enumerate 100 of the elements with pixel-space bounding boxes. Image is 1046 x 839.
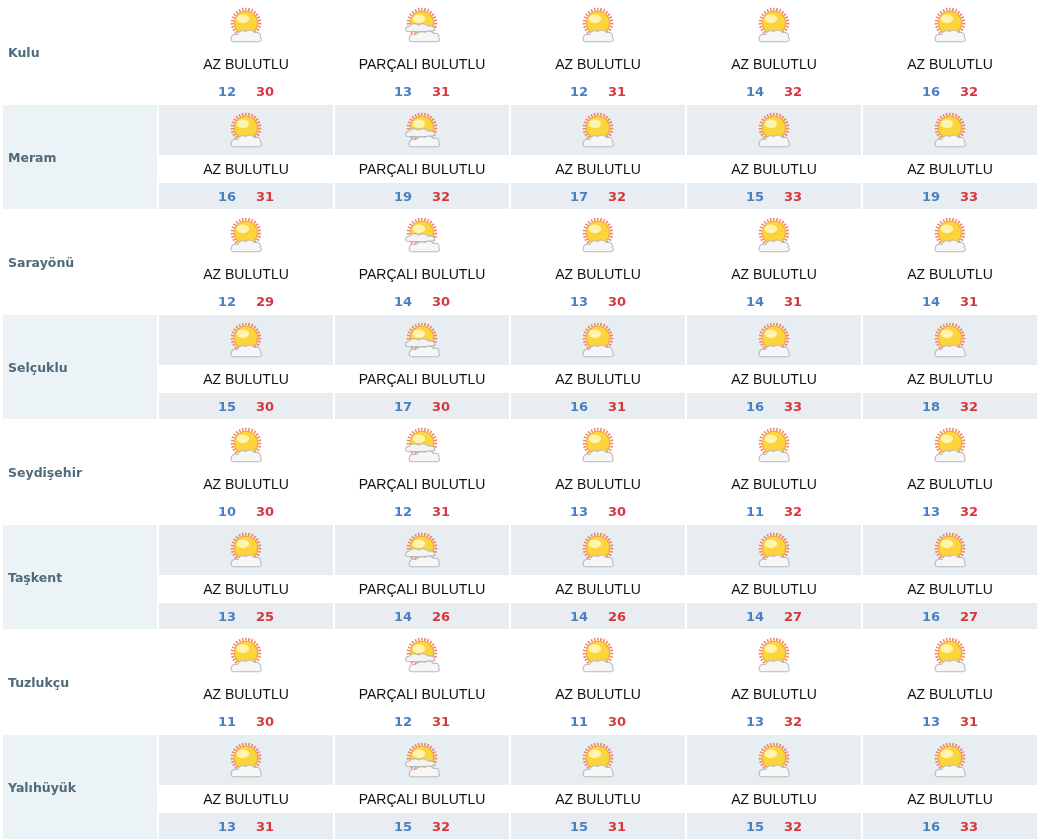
weather-condition: PARÇALI BULUTLU [358, 686, 486, 702]
sun-behind-clouds-icon [402, 216, 442, 254]
low-temperature: 16 [921, 83, 940, 99]
weather-condition: AZ BULUTLU [203, 791, 289, 807]
high-temperature: 27 [960, 608, 979, 624]
weather-condition: AZ BULUTLU [203, 476, 289, 492]
low-temperature: 16 [217, 188, 236, 204]
weather-condition: AZ BULUTLU [907, 266, 993, 282]
district-name: Kulu [7, 43, 41, 62]
high-temperature: 33 [784, 398, 803, 414]
low-temperature: 10 [217, 503, 236, 519]
high-temperature: 30 [256, 398, 275, 414]
low-temperature: 18 [921, 398, 940, 414]
weather-condition: AZ BULUTLU [907, 56, 993, 72]
low-temperature: 15 [569, 818, 588, 834]
weather-condition: AZ BULUTLU [555, 371, 641, 387]
high-temperature: 31 [432, 503, 451, 519]
high-temperature: 31 [432, 713, 451, 729]
high-temperature: 31 [960, 713, 979, 729]
high-temperature: 26 [432, 608, 451, 624]
high-temperature: 29 [256, 293, 275, 309]
weather-condition: AZ BULUTLU [907, 791, 993, 807]
weather-condition: PARÇALI BULUTLU [358, 476, 486, 492]
weather-condition: PARÇALI BULUTLU [358, 371, 486, 387]
weather-condition: AZ BULUTLU [555, 791, 641, 807]
low-temperature: 14 [569, 608, 588, 624]
low-temperature: 13 [217, 818, 236, 834]
low-temperature: 11 [745, 503, 764, 519]
district-name: Meram [3, 105, 157, 209]
high-temperature: 32 [784, 83, 803, 99]
sun-behind-clouds-icon [402, 741, 442, 779]
high-temperature: 31 [784, 293, 803, 309]
high-temperature: 32 [784, 818, 803, 834]
district-name: Selçuklu [3, 315, 157, 419]
low-temperature: 15 [745, 818, 764, 834]
high-temperature: 33 [960, 818, 979, 834]
low-temperature: 12 [393, 713, 412, 729]
high-temperature: 31 [608, 398, 627, 414]
sun-behind-clouds-icon [402, 321, 442, 359]
high-temperature: 31 [432, 83, 451, 99]
weather-condition: PARÇALI BULUTLU [358, 791, 486, 807]
low-temperature: 19 [921, 188, 940, 204]
high-temperature: 27 [784, 608, 803, 624]
sun-behind-clouds-icon [402, 6, 442, 44]
high-temperature: 31 [608, 818, 627, 834]
low-temperature: 12 [217, 293, 236, 309]
sun-behind-clouds-icon [402, 636, 442, 674]
high-temperature: 32 [784, 503, 803, 519]
high-temperature: 32 [608, 188, 627, 204]
high-temperature: 30 [608, 713, 627, 729]
weather-condition: PARÇALI BULUTLU [358, 581, 486, 597]
weather-condition: AZ BULUTLU [203, 371, 289, 387]
high-temperature: 30 [608, 503, 627, 519]
low-temperature: 14 [745, 83, 764, 99]
low-temperature: 13 [217, 608, 236, 624]
weather-condition: PARÇALI BULUTLU [358, 266, 486, 282]
high-temperature: 31 [256, 188, 275, 204]
low-temperature: 15 [217, 398, 236, 414]
weather-condition: AZ BULUTLU [907, 161, 993, 177]
low-temperature: 17 [569, 188, 588, 204]
high-temperature: 32 [960, 398, 979, 414]
weather-condition: AZ BULUTLU [907, 581, 993, 597]
high-temperature: 31 [960, 293, 979, 309]
low-temperature: 14 [745, 608, 764, 624]
high-temperature: 30 [432, 293, 451, 309]
high-temperature: 26 [608, 608, 627, 624]
high-temperature: 30 [432, 398, 451, 414]
low-temperature: 13 [569, 293, 588, 309]
weather-condition: AZ BULUTLU [203, 686, 289, 702]
low-temperature: 16 [921, 818, 940, 834]
sun-behind-clouds-icon [402, 426, 442, 464]
weather-condition: AZ BULUTLU [907, 371, 993, 387]
low-temperature: 11 [217, 713, 236, 729]
high-temperature: 32 [784, 713, 803, 729]
low-temperature: 17 [393, 398, 412, 414]
weather-condition: AZ BULUTLU [555, 266, 641, 282]
sun-behind-clouds-icon [402, 531, 442, 569]
high-temperature: 30 [256, 713, 275, 729]
high-temperature: 30 [608, 293, 627, 309]
low-temperature: 13 [569, 503, 588, 519]
low-temperature: 19 [393, 188, 412, 204]
high-temperature: 31 [608, 83, 627, 99]
low-temperature: 12 [217, 83, 236, 99]
high-temperature: 33 [960, 188, 979, 204]
low-temperature: 13 [921, 713, 940, 729]
district-name: Taşkent [3, 525, 157, 629]
district-name: Sarayönü [7, 253, 76, 272]
weather-condition: AZ BULUTLU [203, 56, 289, 72]
district-name: Yalıhüyük [3, 735, 157, 839]
high-temperature: 32 [960, 503, 979, 519]
weather-condition: AZ BULUTLU [555, 161, 641, 177]
low-temperature: 15 [745, 188, 764, 204]
high-temperature: 32 [960, 83, 979, 99]
high-temperature: 30 [256, 83, 275, 99]
weather-condition: AZ BULUTLU [731, 581, 817, 597]
weather-condition: AZ BULUTLU [555, 581, 641, 597]
weather-condition: AZ BULUTLU [731, 476, 817, 492]
weather-condition: AZ BULUTLU [555, 686, 641, 702]
weather-condition: AZ BULUTLU [731, 371, 817, 387]
low-temperature: 14 [921, 293, 940, 309]
